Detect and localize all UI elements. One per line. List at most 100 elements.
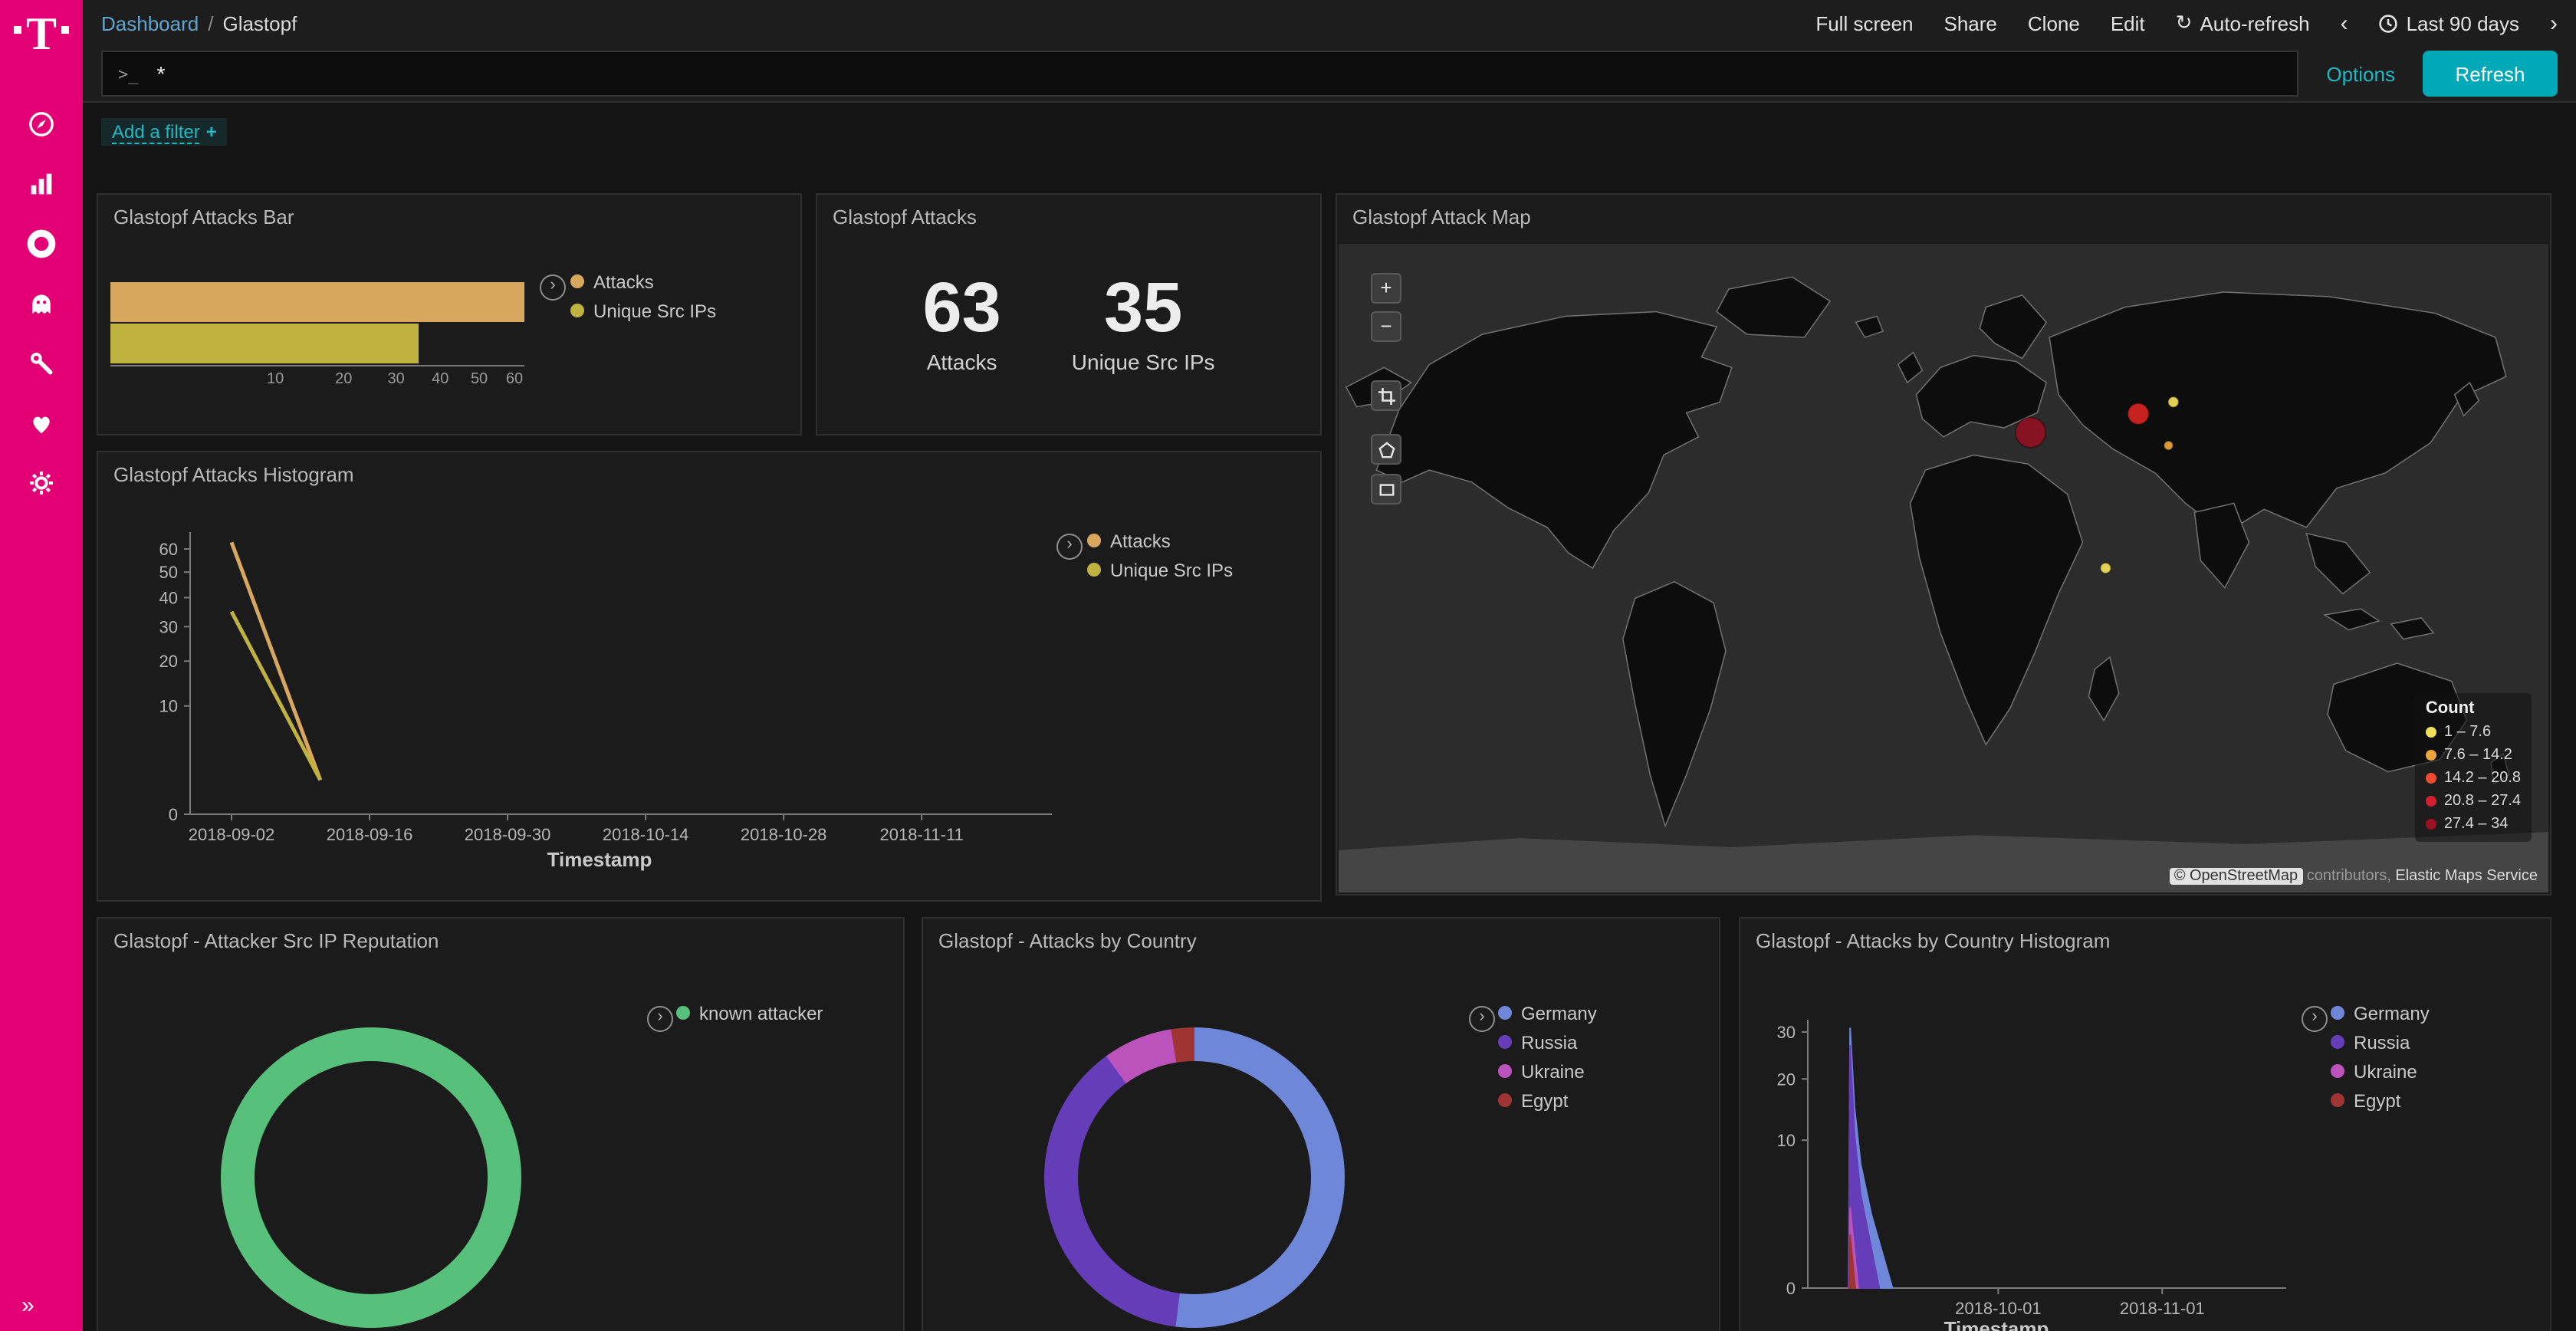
legend-item[interactable]: Egypt [2331, 1086, 2430, 1115]
svg-text:10: 10 [159, 697, 178, 716]
kibana-dashboard: T » Da [0, 0, 2576, 1331]
breadcrumb-dashboard-link[interactable]: Dashboard [101, 12, 199, 35]
x-axis-tick: 40 [423, 371, 457, 388]
legend-label: 7.6 – 14.2 [2444, 747, 2512, 764]
auto-refresh-label: Auto-refresh [2200, 12, 2309, 35]
sidebar-item-dashboard-active[interactable] [21, 224, 61, 264]
legend-dot [1087, 534, 1101, 547]
legend-item[interactable]: Unique Src IPs [1087, 555, 1233, 584]
map-legend-item: 1 – 7.6 [2426, 721, 2521, 744]
legend: Germany Russia Ukraine Egypt [2331, 998, 2430, 1115]
legend-label: Unique Src IPs [1110, 559, 1233, 580]
sidebar-item-monitoring[interactable] [21, 403, 61, 443]
legend-dot [1498, 1035, 1512, 1049]
legend-label: Egypt [1521, 1089, 1568, 1111]
svg-text:0: 0 [169, 805, 178, 824]
metric-label: Unique Src IPs [1072, 350, 1215, 374]
legend-item[interactable]: Ukraine [1498, 1057, 1597, 1086]
zoom-in-button[interactable]: + [1371, 273, 1401, 304]
x-axis-tick: 20 [327, 371, 360, 388]
app-sidebar: T » [0, 0, 83, 1331]
legend-item[interactable]: Attacks [570, 267, 716, 296]
time-forward-icon[interactable]: › [2550, 10, 2558, 36]
legend-item[interactable]: Unique Src IPs [570, 296, 716, 325]
sidebar-item-timelion[interactable] [21, 284, 61, 324]
x-axis-tick: 10 [258, 371, 292, 388]
auto-refresh-button[interactable]: ↻ Auto-refresh [2176, 11, 2310, 35]
query-input[interactable]: >_ * [101, 51, 2298, 97]
legend-toggle-icon[interactable]: › [1056, 534, 1083, 560]
polygon-tool-button[interactable] [1371, 434, 1401, 465]
metric-label: Attacks [922, 350, 1001, 374]
sidebar-collapse-icon[interactable]: » [21, 1293, 34, 1319]
legend-item[interactable]: Germany [2331, 998, 2430, 1027]
line-chart[interactable]: 01020304050602018-09-022018-09-162018-09… [98, 452, 1320, 900]
bar-attacks[interactable] [110, 282, 524, 322]
legend-item[interactable]: known attacker [676, 998, 823, 1027]
svg-text:30: 30 [159, 617, 178, 636]
time-range-label: Last 90 days [2407, 12, 2519, 35]
x-axis-line [110, 365, 524, 366]
legend: Attacks Unique Src IPs [1087, 526, 1233, 584]
legend-dot [1087, 563, 1101, 577]
panel-attack-map: Glastopf Attack Map [1336, 193, 2551, 896]
query-prompt-icon: >_ [118, 64, 139, 84]
panel-attacks-metric: Glastopf Attacks 63 Attacks 35 Unique Sr… [816, 193, 1322, 435]
time-range-picker[interactable]: Last 90 days [2379, 12, 2519, 35]
panel-title: Glastopf - Attacks by Country [938, 929, 1197, 952]
metric-value: 35 [1072, 271, 1215, 342]
legend-item[interactable]: Russia [2331, 1027, 2430, 1057]
clone-button[interactable]: Clone [2028, 12, 2080, 35]
svg-text:2018-09-30: 2018-09-30 [465, 825, 551, 844]
metric-value: 63 [922, 271, 1001, 342]
sidebar-item-dev-tools[interactable] [21, 343, 61, 383]
logo-dot-right [61, 26, 69, 34]
osm-attribution-link[interactable]: © OpenStreetMap [2170, 868, 2303, 885]
sidebar-item-discover[interactable] [21, 104, 61, 144]
edit-button[interactable]: Edit [2111, 12, 2145, 35]
legend-item[interactable]: Germany [1498, 998, 1597, 1027]
legend-toggle-icon[interactable]: › [1469, 1006, 1495, 1032]
legend-item[interactable]: Russia [1498, 1027, 1597, 1057]
map-legend-item: 20.8 – 27.4 [2426, 790, 2521, 813]
legend-item[interactable]: Attacks [1087, 526, 1233, 555]
legend-item[interactable]: Egypt [1498, 1086, 1597, 1115]
legend-dot [1498, 1006, 1512, 1020]
x-axis-tick: 60 [498, 371, 531, 388]
crop-tool-button[interactable] [1371, 380, 1401, 411]
query-options-link[interactable]: Options [2326, 62, 2395, 85]
full-screen-button[interactable]: Full screen [1815, 12, 1913, 35]
refresh-cycle-icon: ↻ [2176, 11, 2193, 35]
legend-toggle-icon[interactable]: › [2302, 1006, 2328, 1032]
area-chart[interactable]: 01020302018-10-012018-11-01 [1740, 919, 2550, 1331]
legend-dot [676, 1006, 690, 1020]
world-map[interactable] [1339, 244, 2548, 892]
legend-dot [570, 274, 584, 288]
time-back-icon[interactable]: ‹ [2341, 10, 2348, 36]
sidebar-item-management[interactable] [21, 463, 61, 503]
x-axis-tick: 30 [380, 371, 413, 388]
elastic-maps-attribution: Elastic Maps Service [2395, 868, 2538, 885]
zoom-out-button[interactable]: − [1371, 311, 1401, 342]
legend-toggle-icon[interactable]: › [647, 1006, 673, 1032]
clock-icon [2379, 13, 2399, 33]
refresh-button[interactable]: Refresh [2423, 51, 2558, 97]
svg-text:50: 50 [159, 563, 178, 582]
legend-label: known attacker [699, 1002, 823, 1024]
top-navbar: Dashboard / Glastopf Full screen Share C… [83, 0, 2576, 46]
legend-dot [1498, 1064, 1512, 1078]
rectangle-tool-button[interactable] [1371, 474, 1401, 504]
sidebar-item-visualize[interactable] [21, 164, 61, 204]
legend-dot [570, 304, 584, 317]
reputation-donut[interactable] [221, 1027, 521, 1328]
compass-icon [26, 109, 57, 140]
bar-unique-src-ips[interactable] [110, 324, 419, 363]
logo-dot-left [14, 26, 21, 34]
add-filter-button[interactable]: Add a filter+ [101, 118, 228, 146]
legend-item[interactable]: Ukraine [2331, 1057, 2430, 1086]
filter-bar: Add a filter+ [83, 103, 2576, 164]
country-donut[interactable] [1044, 1027, 1345, 1328]
legend-toggle-icon[interactable]: › [540, 274, 566, 301]
share-button[interactable]: Share [1944, 12, 1997, 35]
world-map-svg [1339, 244, 2548, 892]
